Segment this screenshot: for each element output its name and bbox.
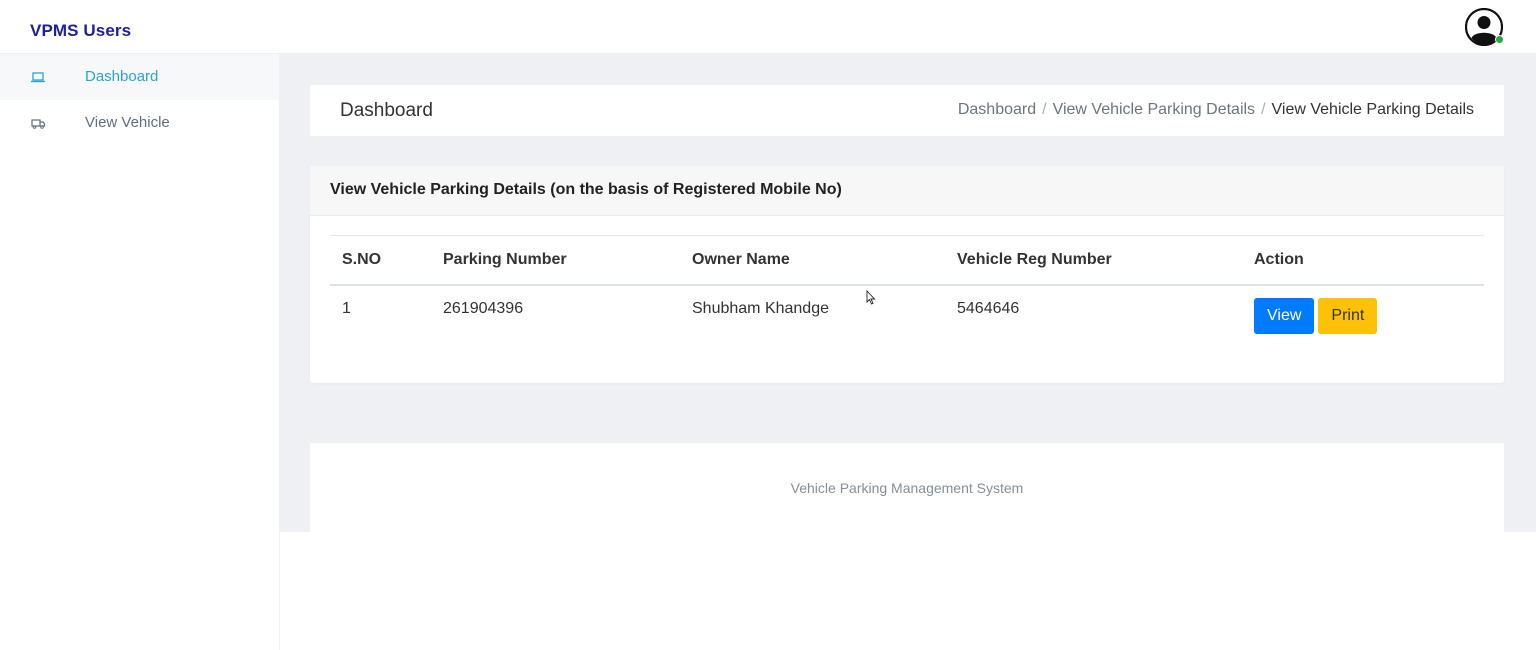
breadcrumb: Dashboard / View Vehicle Parking Details…: [958, 101, 1474, 119]
truck-icon: [30, 115, 46, 131]
cell-owner-name: Shubham Khandge: [692, 300, 829, 317]
breadcrumb-separator: /: [1042, 101, 1047, 118]
laptop-icon: [30, 69, 46, 85]
card-title: View Vehicle Parking Details (on the bas…: [330, 181, 842, 198]
sidebar-item-view-vehicle[interactable]: View Vehicle: [0, 100, 279, 146]
card-header: View Vehicle Parking Details (on the bas…: [310, 166, 1504, 216]
breadcrumb-separator: /: [1261, 101, 1266, 118]
breadcrumb-item-dashboard[interactable]: Dashboard: [958, 101, 1036, 119]
sidebar-item-label: View Vehicle: [85, 114, 170, 131]
table-row: 1 261904396 Shubham Khandge 5464646 View…: [330, 285, 1484, 348]
user-avatar[interactable]: [1464, 7, 1504, 47]
cell-vehicle-reg-number: 5464646: [957, 300, 1020, 317]
mouse-cursor-icon: [866, 290, 876, 305]
top-navbar: VPMS Users: [0, 0, 1536, 54]
sidebar-item-dashboard[interactable]: Dashboard: [0, 54, 279, 100]
column-header-action: Action: [1242, 235, 1484, 286]
brand-title[interactable]: VPMS Users: [30, 21, 131, 41]
cell-parking-number: 261904396: [443, 300, 524, 317]
column-header-parking-number: Parking Number: [431, 235, 680, 286]
view-button[interactable]: View: [1254, 298, 1315, 334]
online-status-dot: [1495, 35, 1504, 44]
footer-text: Vehicle Parking Management System: [790, 480, 1024, 496]
print-button[interactable]: Print: [1318, 298, 1378, 334]
footer: Vehicle Parking Management System: [310, 443, 1504, 532]
table-header-row: S.NO Parking Number Owner Name Vehicle R…: [330, 235, 1484, 286]
page-header: Dashboard Dashboard / View Vehicle Parki…: [310, 85, 1504, 136]
sidebar-item-label: Dashboard: [85, 68, 159, 85]
main-content: Dashboard Dashboard / View Vehicle Parki…: [280, 54, 1536, 532]
column-header-sno: S.NO: [330, 235, 431, 286]
cell-sno: 1: [342, 300, 351, 317]
cell-action: View Print: [1242, 285, 1484, 348]
page-title: Dashboard: [340, 100, 433, 121]
column-header-vehicle-reg-number: Vehicle Reg Number: [945, 235, 1242, 286]
parking-details-table: S.NO Parking Number Owner Name Vehicle R…: [330, 235, 1484, 348]
breadcrumb-item-current: View Vehicle Parking Details: [1271, 101, 1474, 118]
breadcrumb-item-view-vehicle-parking-details[interactable]: View Vehicle Parking Details: [1053, 101, 1255, 119]
parking-details-card: View Vehicle Parking Details (on the bas…: [310, 166, 1504, 383]
sidebar: Dashboard View Vehicle: [0, 54, 280, 650]
column-header-owner-name: Owner Name: [680, 235, 945, 286]
